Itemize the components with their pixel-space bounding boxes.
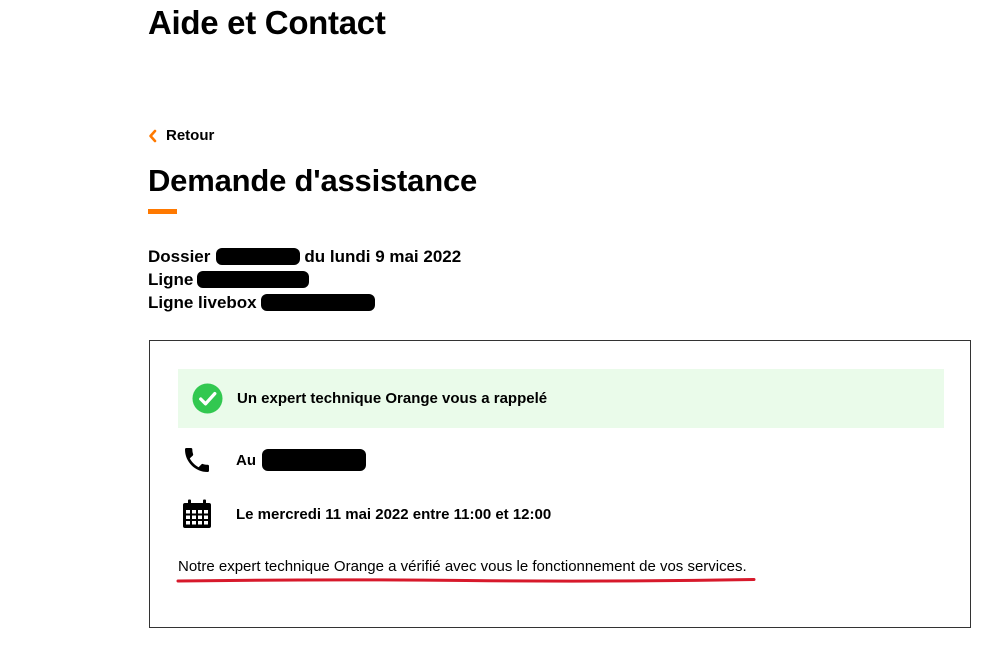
page-heading: Demande d'assistance [148,163,478,198]
back-label: Retour [166,127,215,144]
heading-accent-bar [148,209,177,214]
request-details: Dossier du lundi 9 mai 2022 Ligne Ligne … [148,245,461,314]
appointment-text: Le mercredi 11 mai 2022 entre 11:00 et 1… [236,505,552,523]
ligne-label: Ligne [148,270,194,289]
back-link[interactable]: Retour [148,127,214,144]
dossier-date: du lundi 9 mai 2022 [304,247,462,266]
ligne-livebox-line: Ligne livebox [148,291,461,314]
redacted-phone-number [262,449,366,471]
site-title: Aide et Contact [148,4,386,41]
phone-icon [180,443,214,477]
chevron-left-icon [149,129,157,142]
ligne-livebox-label: Ligne livebox [148,293,257,312]
phone-row: Au [180,443,366,477]
red-annotation-underline [176,578,756,583]
dossier-line: Dossier du lundi 9 mai 2022 [148,245,461,268]
page: Aide et Contact Retour Demande d'assista… [0,0,999,670]
redacted-dossier-number [216,248,301,265]
status-banner: Un expert technique Orange vous a rappel… [178,369,944,428]
expert-note: Notre expert technique Orange a vérifié … [178,558,747,575]
redacted-livebox-number [260,294,375,311]
ligne-line: Ligne [148,268,461,291]
appointment-row: Le mercredi 11 mai 2022 entre 11:00 et 1… [180,497,551,531]
redacted-line-number [197,271,310,288]
assistance-status-card: Un expert technique Orange vous a rappel… [149,340,971,628]
check-circle-icon [192,383,223,414]
dossier-label: Dossier [148,247,211,266]
calendar-icon [180,497,214,531]
status-text: Un expert technique Orange vous a rappel… [237,390,548,407]
phone-label: Au [236,451,256,469]
